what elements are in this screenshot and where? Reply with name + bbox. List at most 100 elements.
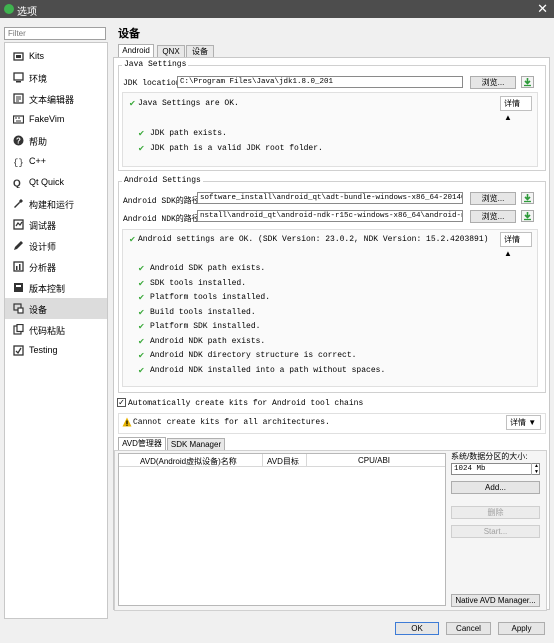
check-icon: ✔ (138, 337, 145, 346)
ndk-path-label: Android NDK的路径: (123, 215, 205, 224)
sidebar-item-text-editor[interactable]: 文本编辑器 (5, 88, 107, 109)
java-details-button[interactable]: 详情 ▲ (500, 96, 532, 122)
check-icon: ✔ (129, 99, 136, 108)
check-icon: ✔ (138, 264, 145, 273)
auto-create-kits-checkbox[interactable]: ✓ (117, 398, 126, 407)
android-check-item: Android NDK installed into a path withou… (150, 366, 386, 375)
version-control-icon (14, 283, 23, 292)
avd-column-cpu[interactable]: CPU/ABI (358, 456, 390, 465)
warning-text: Cannot create kits for all architectures… (133, 418, 330, 427)
ndk-browse-button[interactable]: 浏览... (470, 210, 516, 223)
warning-details-button[interactable]: 详情 ▼ (506, 415, 541, 430)
spinbox-arrows-icon[interactable]: ▲ ▼ (531, 463, 541, 475)
android-check-item: Platform SDK installed. (150, 322, 261, 331)
chevron-up-icon: ▲ (504, 249, 512, 258)
avd-remove-button[interactable]: 删除 (451, 506, 540, 519)
sidebar: Kits 环境 文本编辑器 FakeVim ? 帮助 {} C++ Q Qt Q… (4, 42, 108, 619)
chevron-up-icon: ▲ (504, 113, 512, 122)
cancel-button[interactable]: Cancel (446, 622, 491, 635)
sidebar-item-qtquick[interactable]: Q Qt Quick (5, 172, 107, 193)
sidebar-item-label: 设计师 (29, 242, 57, 252)
svg-text:Q: Q (13, 179, 21, 189)
column-divider (262, 454, 263, 466)
sidebar-item-designer[interactable]: 设计师 (5, 235, 107, 256)
close-icon[interactable]: ✕ (537, 1, 548, 17)
check-icon: ✔ (138, 308, 145, 317)
jdk-download-icon[interactable] (521, 76, 534, 88)
check-icon: ✔ (138, 279, 145, 288)
android-check-item: Android NDK path exists. (150, 337, 266, 346)
ndk-path-input[interactable]: nstall\android_qt\android-ndk-r15c-windo… (197, 210, 463, 222)
ok-button[interactable]: OK (395, 622, 439, 635)
android-check-item: Platform tools installed. (150, 293, 271, 302)
partition-size-spinbox[interactable]: 1024 Mb (451, 463, 540, 475)
check-icon: ✔ (138, 129, 145, 138)
qtquick-icon: Q (13, 179, 21, 189)
build-run-icon (14, 199, 23, 208)
sdk-download-icon[interactable] (521, 192, 534, 204)
window-titlebar: 选项 ✕ (0, 0, 554, 18)
sdk-path-input[interactable]: software_install\android_qt\adt-bundle-w… (197, 192, 463, 204)
sidebar-item-label: FakeVim (29, 114, 65, 124)
avd-column-target[interactable]: AVD目标 (267, 456, 299, 467)
sdk-browse-button[interactable]: 浏览... (470, 192, 516, 205)
jdk-browse-button[interactable]: 浏览... (470, 76, 516, 89)
sidebar-item-kits[interactable]: Kits (5, 46, 107, 67)
sidebar-item-cpp[interactable]: {} C++ (5, 151, 107, 172)
java-status-ok: Java Settings are OK. (138, 99, 239, 108)
sidebar-item-debugger[interactable]: 调试器 (5, 214, 107, 235)
code-paste-icon (13, 324, 24, 335)
check-icon: ✔ (138, 322, 145, 331)
avd-start-button[interactable]: Start... (451, 525, 540, 538)
svg-text:?: ? (16, 137, 21, 146)
sidebar-item-label: 版本控制 (29, 284, 66, 294)
ndk-download-icon[interactable] (521, 210, 534, 222)
check-icon: ✔ (129, 235, 136, 244)
designer-icon (14, 241, 23, 250)
details-label: 详情 (504, 235, 520, 244)
sidebar-item-version-control[interactable]: 版本控制 (5, 277, 107, 298)
sidebar-item-fakevim[interactable]: FakeVim (5, 109, 107, 130)
sidebar-item-label: 文本编辑器 (29, 95, 75, 105)
sidebar-item-testing[interactable]: Testing (5, 340, 107, 361)
sidebar-item-help[interactable]: ? 帮助 (5, 130, 107, 151)
details-label: 详情 (504, 99, 520, 108)
sidebar-item-label: C++ (29, 156, 47, 166)
filter-input[interactable] (4, 27, 106, 40)
column-divider (306, 454, 307, 466)
partition-size-label: 系统/数据分区的大小: (451, 452, 528, 461)
check-icon: ✔ (138, 366, 145, 375)
android-settings-title: Android Settings (122, 176, 203, 185)
java-settings-title: Java Settings (122, 60, 189, 69)
avd-add-button[interactable]: Add... (451, 481, 540, 494)
sidebar-item-build-run[interactable]: 构建和运行 (5, 193, 107, 214)
sidebar-item-environment[interactable]: 环境 (5, 67, 107, 88)
android-details-button[interactable]: 详情 ▲ (500, 232, 532, 258)
sidebar-item-label: 构建和运行 (29, 200, 75, 210)
apply-button[interactable]: Apply (498, 622, 545, 635)
analyzer-icon (13, 261, 24, 272)
sidebar-item-code-paste[interactable]: 代码粘贴 (5, 319, 107, 340)
svg-text:{}: {} (13, 158, 24, 167)
avd-column-name[interactable]: AVD(Android虚拟设备)名称 (140, 456, 237, 467)
check-icon: ✔ (138, 144, 145, 153)
avd-table[interactable] (118, 453, 446, 606)
sidebar-item-label: 设备 (29, 305, 48, 315)
native-avd-manager-button[interactable]: Native AVD Manager... (451, 594, 540, 607)
sidebar-item-devices[interactable]: 设备 (5, 298, 107, 319)
sidebar-item-label: 代码粘贴 (29, 326, 66, 336)
android-status-ok: Android settings are OK. (SDK Version: 2… (138, 235, 489, 244)
sidebar-item-label: 帮助 (29, 137, 48, 147)
devices-icon (13, 303, 24, 314)
android-check-item: Build tools installed. (150, 308, 256, 317)
sidebar-item-analyzer[interactable]: 分析器 (5, 256, 107, 277)
page-title: 设备 (118, 28, 140, 40)
chevron-down-icon: ▼ (528, 418, 537, 427)
kits-icon (13, 52, 24, 61)
testing-icon (13, 345, 24, 356)
sidebar-item-label: 分析器 (29, 263, 57, 273)
check-icon: ✔ (138, 351, 145, 360)
jdk-location-input[interactable]: C:\Program Files\Java\jdk1.8.0_201 (177, 76, 463, 88)
sidebar-item-label: 调试器 (29, 221, 57, 231)
java-check-item: JDK path exists. (150, 129, 227, 138)
